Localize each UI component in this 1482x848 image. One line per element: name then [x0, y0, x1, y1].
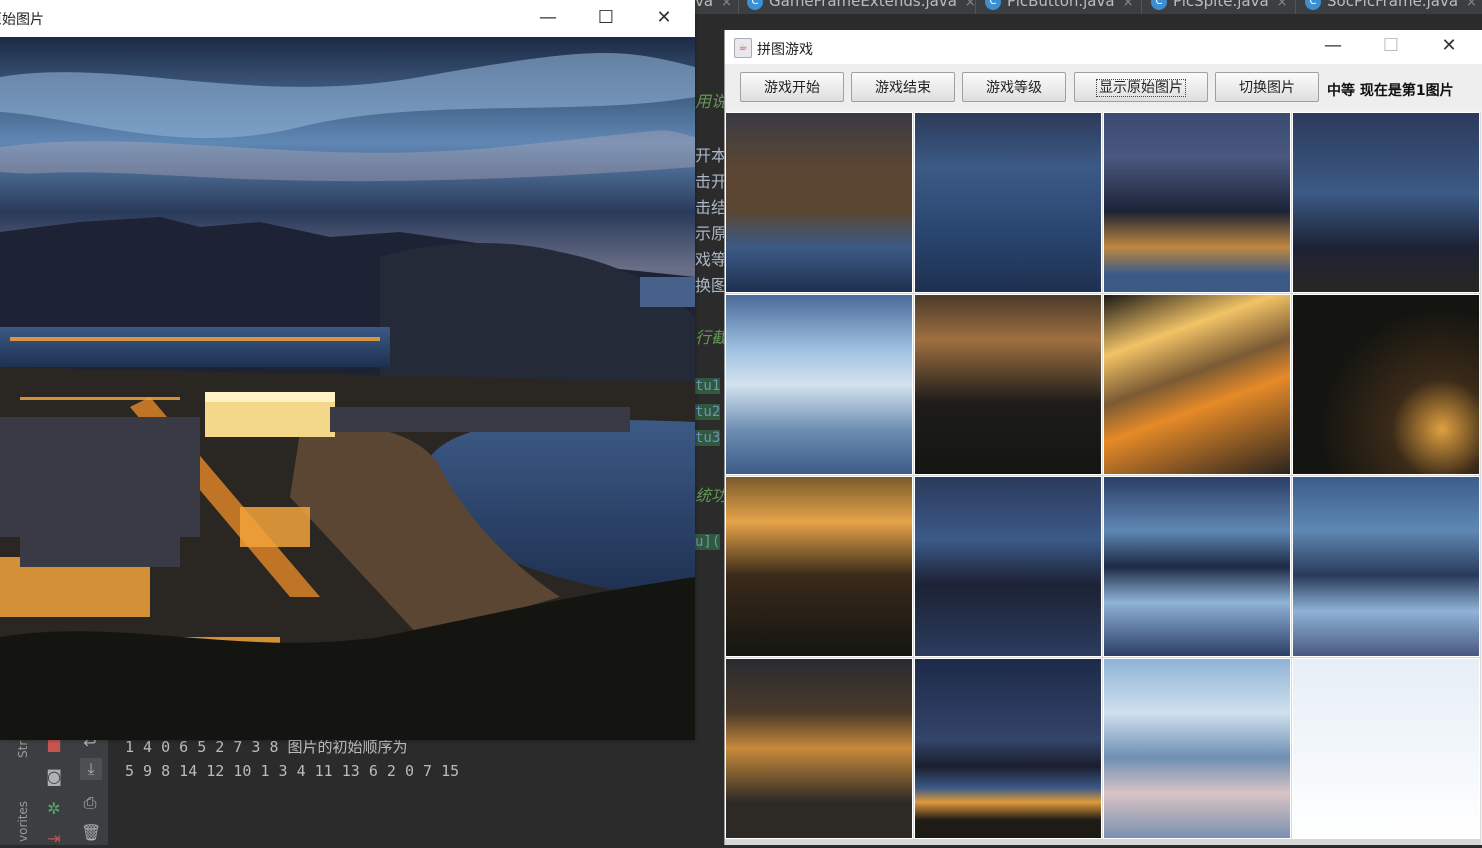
tab-label: va — [695, 0, 714, 10]
maximize-icon[interactable]: ☐ — [583, 6, 629, 30]
button-label: 切换图片 — [1239, 80, 1295, 96]
close-icon[interactable]: × — [721, 0, 732, 10]
original-image-window: 原始图片 — ☐ ✕ — [0, 0, 695, 740]
console-line: 5 9 8 14 12 10 1 3 4 11 13 6 2 0 7 15 — [125, 762, 460, 780]
puzzle-tile[interactable] — [1103, 476, 1291, 657]
scroll-to-end-icon[interactable]: ⤓ — [80, 758, 102, 780]
ide-tab[interactable]: C GameFrameExtends.java × — [747, 0, 976, 14]
puzzle-tile[interactable] — [725, 112, 913, 293]
code-line: 统功 — [695, 486, 728, 505]
title-bar[interactable]: 原始图片 — ☐ ✕ — [0, 0, 695, 37]
code-line: tu2 — [695, 404, 721, 420]
close-icon[interactable]: ✕ — [1426, 34, 1472, 58]
original-image — [0, 37, 695, 740]
puzzle-tile[interactable] — [914, 112, 1102, 293]
start-game-button[interactable]: 游戏开始 — [740, 72, 844, 102]
close-icon[interactable]: ✕ — [641, 6, 687, 30]
puzzle-game-window: ☕ 拼图游戏 — ☐ ✕ 游戏开始 游戏结束 游戏等级 显示原始图片 切换图片 … — [724, 30, 1482, 845]
code-line: 戏等 — [695, 250, 728, 269]
button-label: 显示原始图片 — [1096, 79, 1186, 97]
minimize-icon[interactable]: — — [525, 6, 571, 30]
java-app-icon: ☕ — [734, 38, 752, 58]
puzzle-tile[interactable] — [725, 294, 913, 475]
ide-tab[interactable]: C SocPicFrame.java × — [1305, 0, 1477, 14]
puzzle-tile[interactable] — [914, 476, 1102, 657]
puzzle-tile[interactable] — [1103, 294, 1291, 475]
print-icon[interactable]: ⎙ — [81, 794, 99, 812]
ide-tab[interactable]: va × — [695, 0, 732, 14]
puzzle-board — [725, 112, 1481, 845]
show-original-button[interactable]: 显示原始图片 — [1074, 72, 1208, 102]
ide-tab[interactable]: C PicSpite.java × — [1151, 0, 1288, 14]
puzzle-tile[interactable] — [1292, 112, 1480, 293]
code-line: tu1 — [695, 378, 721, 394]
tab-label: SocPicFrame.java — [1327, 0, 1459, 10]
trash-icon[interactable]: 🗑 — [81, 824, 101, 842]
puzzle-tile[interactable] — [725, 658, 913, 839]
code-line: 击开 — [695, 172, 728, 191]
code-line: 行截 — [695, 328, 728, 347]
favorites-tab[interactable]: vorites — [16, 801, 30, 842]
tab-label: PicSpite.java — [1173, 0, 1269, 10]
structure-tab[interactable]: Str — [16, 741, 30, 758]
exit-icon[interactable]: ⇥ — [45, 830, 63, 848]
code-line: 示原 — [695, 224, 728, 243]
code-editor[interactable]: 用说 开本 击开 击结 示原 戏等 换图 行截 tu1 tu2 tu3 统功 u… — [695, 14, 728, 845]
button-label: 游戏开始 — [764, 80, 820, 96]
tab-divider — [738, 0, 739, 14]
switch-image-button[interactable]: 切换图片 — [1215, 72, 1319, 102]
window-title: 拼图游戏 — [757, 42, 813, 58]
class-icon: C — [1305, 0, 1321, 10]
code-line: 换图 — [695, 276, 728, 295]
puzzle-tile[interactable] — [914, 294, 1102, 475]
close-icon[interactable]: × — [1277, 0, 1288, 10]
ide-tab-bar: va × C GameFrameExtends.java × C PicButton.j… — [695, 0, 1482, 14]
game-status-label: 中等 现在是第1图片 — [1327, 83, 1454, 99]
puzzle-tile[interactable] — [1103, 658, 1291, 839]
minimize-icon[interactable]: — — [1310, 34, 1356, 58]
puzzle-tile[interactable] — [1103, 112, 1291, 293]
camera-icon[interactable]: ◙ — [45, 768, 63, 786]
tab-divider — [1141, 0, 1142, 14]
tab-label: PicButton.java — [1007, 0, 1115, 10]
game-toolbar: 游戏开始 游戏结束 游戏等级 显示原始图片 切换图片 中等 现在是第1图片 — [725, 64, 1482, 110]
run-console: Str vorites ■ ◙ ✲ ⇥ ↩ ⤓ ⎙ 🗑 1 4 0 6 5 2 … — [0, 734, 725, 848]
puzzle-tile[interactable] — [914, 658, 1102, 839]
button-label: 游戏结束 — [875, 80, 931, 96]
puzzle-tile[interactable] — [1292, 476, 1480, 657]
game-level-button[interactable]: 游戏等级 — [962, 72, 1066, 102]
title-bar[interactable]: ☕ 拼图游戏 — ☐ ✕ — [725, 30, 1482, 64]
maximize-icon[interactable]: ☐ — [1368, 34, 1414, 58]
end-game-button[interactable]: 游戏结束 — [851, 72, 955, 102]
code-line: tu3 — [695, 430, 721, 446]
tab-label: GameFrameExtends.java — [769, 0, 957, 10]
class-icon: C — [1151, 0, 1167, 10]
debug-icon[interactable]: ✲ — [45, 800, 63, 818]
ide-tab[interactable]: C PicButton.java × — [985, 0, 1133, 14]
console-toolbar: Str vorites ■ ◙ ✲ ⇥ ↩ ⤓ ⎙ 🗑 — [0, 734, 108, 848]
button-label: 游戏等级 — [986, 80, 1042, 96]
puzzle-tile[interactable] — [725, 476, 913, 657]
close-icon[interactable]: × — [1466, 0, 1477, 10]
code-line: 用说 — [695, 92, 728, 111]
class-icon: C — [985, 0, 1001, 10]
code-line: 开本 — [695, 146, 728, 165]
close-icon[interactable]: × — [1123, 0, 1134, 10]
puzzle-tile[interactable] — [1292, 294, 1480, 475]
tab-divider — [1295, 0, 1296, 14]
tab-divider — [975, 0, 976, 14]
window-title: 原始图片 — [0, 12, 44, 28]
code-line: 击结 — [695, 198, 728, 217]
puzzle-blank-tile[interactable] — [1292, 658, 1480, 839]
code-line: u]( — [695, 534, 721, 550]
class-icon: C — [747, 0, 763, 10]
